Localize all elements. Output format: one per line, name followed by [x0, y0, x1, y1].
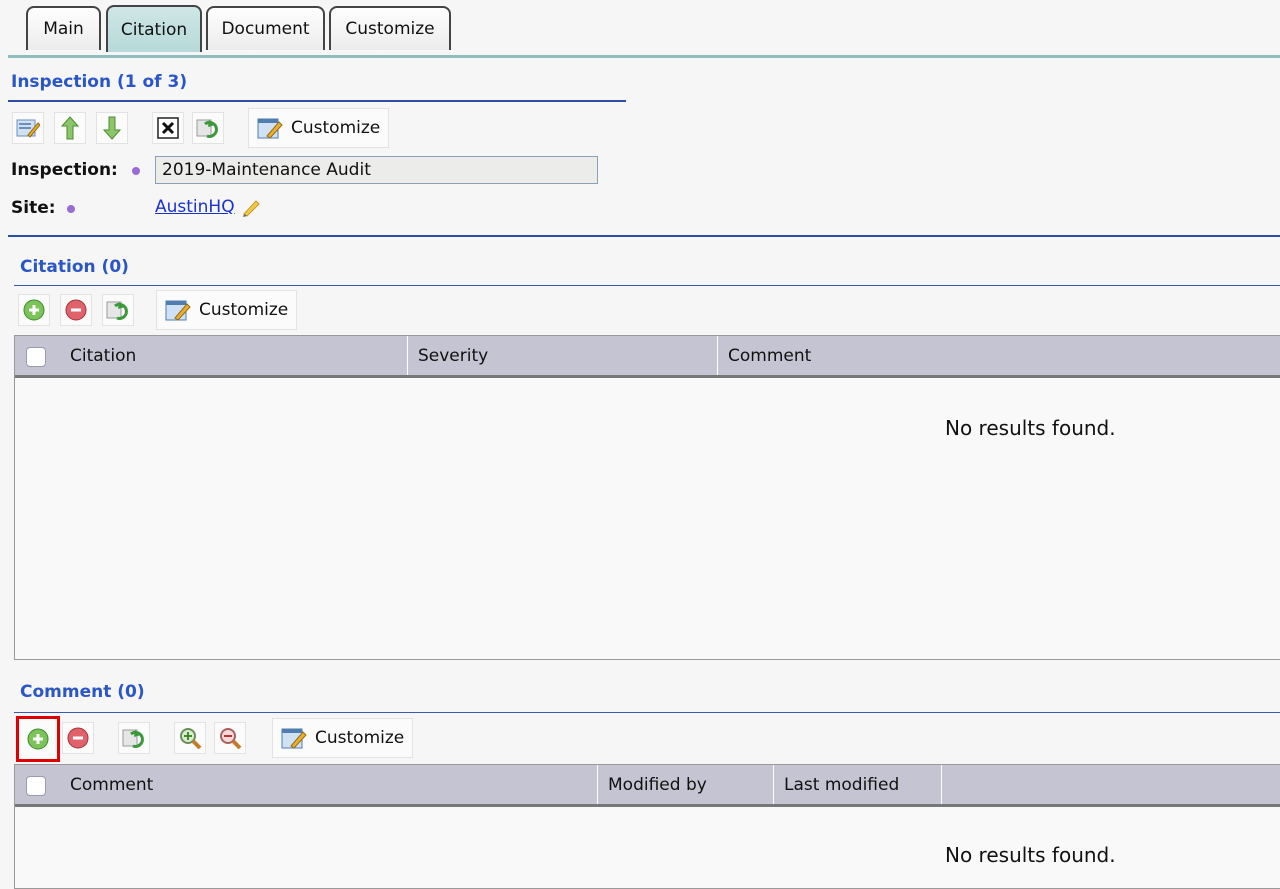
add-comment-button[interactable] [16, 716, 60, 762]
tab-label: Citation [120, 19, 188, 40]
column-header-comment[interactable]: Comment [60, 765, 598, 804]
tab-customize[interactable]: Customize [329, 6, 451, 50]
tab-main[interactable]: Main [26, 6, 101, 50]
site-value-group: AustinHQ [155, 197, 263, 217]
column-label: Last modified [784, 774, 900, 795]
customize-icon [165, 300, 191, 321]
table-header: Comment Modified by Last modified [15, 765, 1280, 807]
refresh-icon[interactable] [192, 112, 224, 144]
delete-icon[interactable] [152, 112, 184, 144]
remove-icon[interactable] [62, 722, 94, 754]
required-indicator [67, 205, 75, 213]
customize-label: Customize [315, 728, 405, 748]
column-label: Comment [728, 345, 812, 366]
tab-document[interactable]: Document [206, 6, 325, 50]
column-label: Comment [70, 774, 154, 795]
required-indicator [132, 167, 140, 175]
comment-table: Comment Modified by Last modified No res… [14, 764, 1280, 889]
column-header-modified-by[interactable]: Modified by [598, 765, 774, 804]
tab-label: Document [221, 19, 310, 39]
remove-icon[interactable] [60, 294, 92, 326]
inspection-section-title: Inspection (1 of 3) [11, 72, 188, 92]
citation-table: Citation Severity Comment No results fou… [14, 335, 1280, 660]
section-divider [8, 100, 626, 102]
customize-button[interactable]: Customize [248, 108, 390, 148]
empty-message: No results found. [945, 843, 1116, 867]
inspection-value: 2019-Maintenance Audit [162, 160, 371, 180]
empty-message: No results found. [945, 416, 1116, 440]
zoom-out-icon[interactable] [214, 722, 246, 754]
column-header-severity[interactable]: Severity [408, 336, 718, 375]
column-header-comment[interactable]: Comment [718, 336, 1280, 375]
customize-label: Customize [199, 300, 289, 320]
table-header: Citation Severity Comment [15, 336, 1280, 378]
customize-button[interactable]: Customize [156, 290, 298, 330]
customize-icon [281, 728, 307, 749]
pencil-icon[interactable] [241, 197, 263, 217]
add-icon [27, 728, 49, 750]
tab-citation[interactable]: Citation [106, 5, 202, 52]
move-down-icon[interactable] [96, 112, 128, 144]
section-divider [14, 285, 1280, 286]
section-divider [14, 712, 1280, 713]
column-label: Citation [70, 345, 137, 366]
select-all-checkbox[interactable] [26, 347, 46, 367]
column-header-citation[interactable]: Citation [60, 336, 408, 375]
refresh-icon[interactable] [118, 722, 150, 754]
refresh-icon[interactable] [102, 294, 134, 326]
site-label: Site: [11, 198, 56, 218]
customize-button[interactable]: Customize [272, 718, 414, 758]
column-label: Severity [418, 345, 489, 366]
inspection-label: Inspection: [11, 160, 118, 180]
section-divider [8, 235, 1280, 237]
comment-section-title: Comment (0) [20, 682, 145, 702]
citation-section-title: Citation (0) [20, 257, 129, 277]
customize-label: Customize [291, 118, 381, 138]
add-icon[interactable] [18, 294, 50, 326]
customize-icon [257, 118, 283, 139]
zoom-in-icon[interactable] [174, 722, 206, 754]
tab-label: Customize [345, 19, 435, 39]
select-all-checkbox[interactable] [26, 776, 46, 796]
tab-label: Main [43, 19, 84, 39]
site-link[interactable]: AustinHQ [155, 197, 235, 217]
column-header-last-modified[interactable]: Last modified [774, 765, 942, 804]
column-label: Modified by [608, 774, 707, 795]
inspection-field[interactable]: 2019-Maintenance Audit [155, 156, 598, 184]
move-up-icon[interactable] [54, 112, 86, 144]
edit-icon[interactable] [12, 112, 44, 144]
